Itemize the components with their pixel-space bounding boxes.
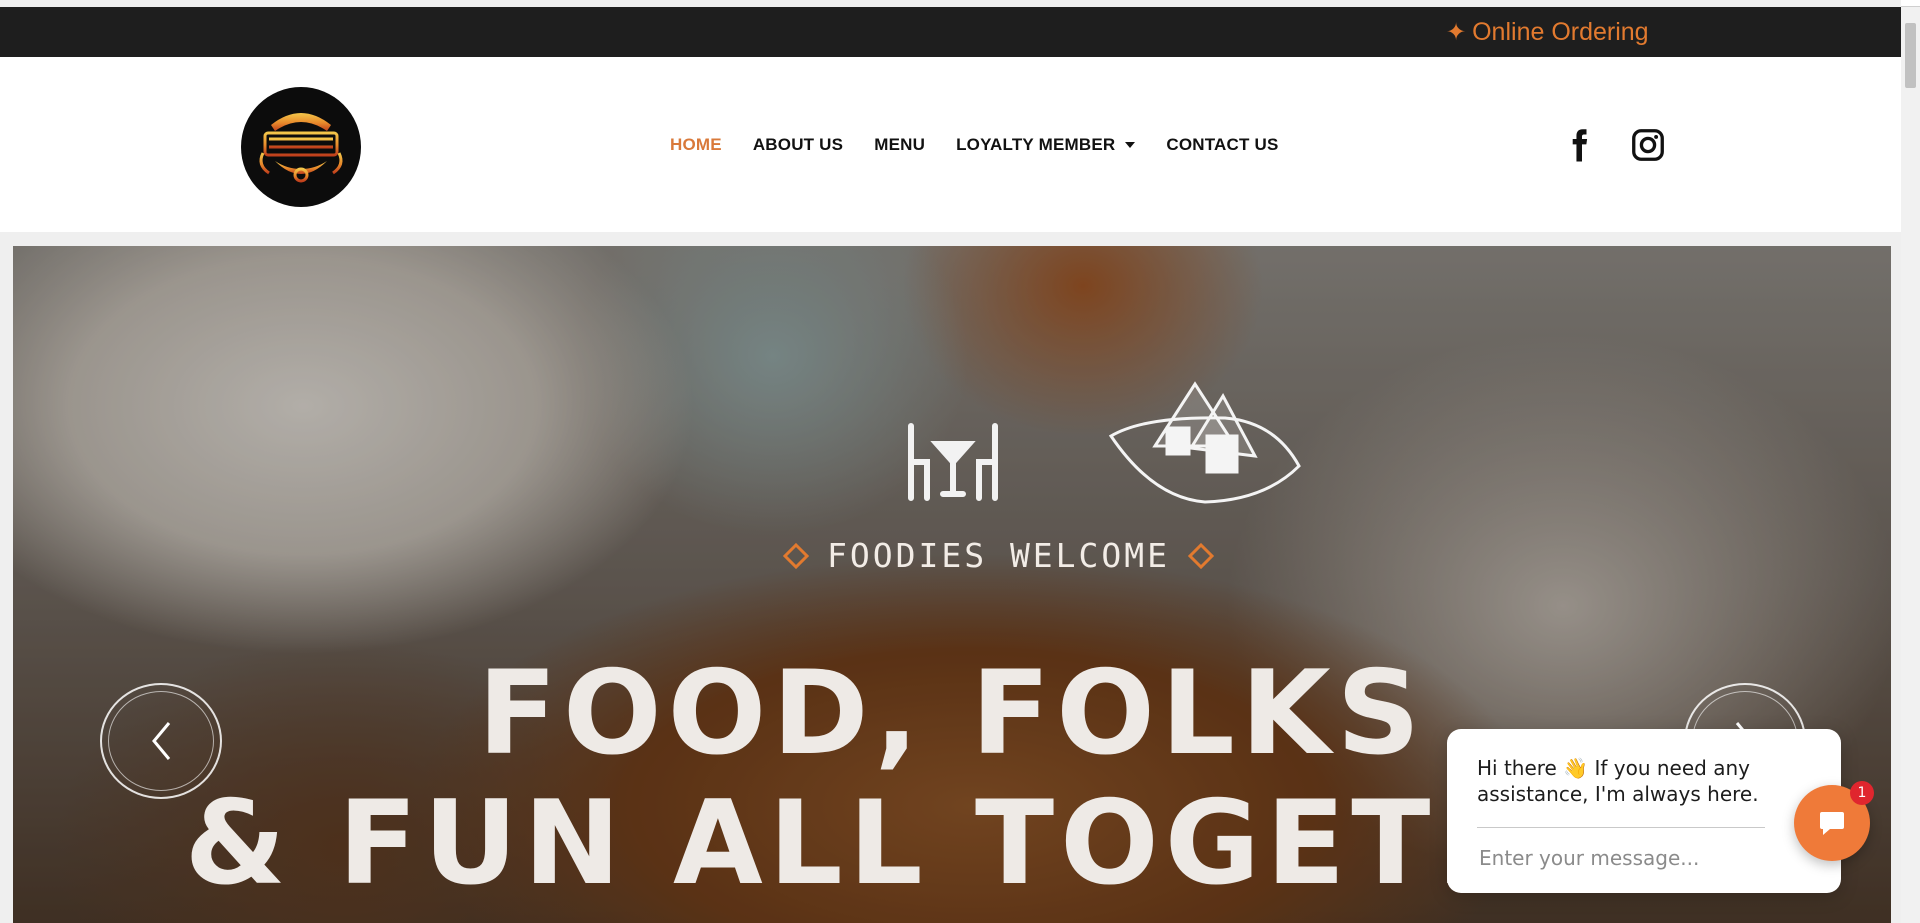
main-nav: HOME ABOUT US MENU LOYALTY MEMBER CONTAC… bbox=[670, 135, 1310, 155]
nav-label: MENU bbox=[874, 135, 926, 154]
nav-label: CONTACT US bbox=[1166, 135, 1279, 154]
diamond-ornament-icon bbox=[1188, 542, 1215, 569]
instagram-icon[interactable] bbox=[1630, 127, 1666, 163]
chevron-left-icon bbox=[152, 722, 171, 760]
diamond-ornament-icon bbox=[783, 542, 809, 569]
dining-table-icon bbox=[908, 423, 998, 501]
nav-label: HOME bbox=[670, 135, 722, 154]
hero-tagline: FOODIES WELCOME bbox=[783, 536, 1215, 575]
online-ordering-link[interactable]: ✦ Online Ordering bbox=[1446, 18, 1649, 47]
logo[interactable] bbox=[241, 87, 361, 207]
chat-message-input[interactable] bbox=[1477, 839, 1771, 877]
chat-bubble-icon bbox=[1820, 812, 1844, 835]
online-ordering-label: Online Ordering bbox=[1472, 18, 1649, 46]
nav-item-loyalty-member[interactable]: LOYALTY MEMBER bbox=[956, 135, 1136, 155]
nav-label: LOYALTY MEMBER bbox=[956, 135, 1116, 154]
chat-popup: Hi there 👋 If you need any assistance, I… bbox=[1447, 729, 1841, 893]
nav-item-about-us[interactable]: ABOUT US bbox=[753, 135, 843, 155]
announcement-bar: ✦ Online Ordering bbox=[0, 7, 1901, 57]
grubhouse-logo-icon bbox=[259, 113, 343, 183]
unread-badge: 1 bbox=[1850, 781, 1874, 805]
facebook-icon[interactable] bbox=[1561, 127, 1597, 163]
sparkle-icon: ✦ bbox=[1446, 19, 1467, 46]
chat-launcher-button[interactable]: 1 bbox=[1794, 781, 1874, 861]
tagline-text: FOODIES WELCOME bbox=[827, 536, 1171, 575]
rice-ball-plate-icon bbox=[1108, 381, 1301, 504]
nav-item-home[interactable]: HOME bbox=[670, 135, 722, 155]
nav-item-menu[interactable]: MENU bbox=[874, 135, 925, 155]
scrollbar[interactable] bbox=[1901, 7, 1920, 923]
page: ✦ Online Ordering HOME ABOUT US MENU LOY… bbox=[0, 0, 1901, 923]
chevron-down-icon bbox=[1125, 142, 1136, 148]
slider-prev-button[interactable] bbox=[100, 683, 222, 799]
site-header: HOME ABOUT US MENU LOYALTY MEMBER CONTAC… bbox=[0, 57, 1901, 232]
nav-label: ABOUT US bbox=[752, 135, 844, 154]
nav-item-contact-us[interactable]: CONTACT US bbox=[1166, 135, 1278, 155]
chat-divider bbox=[1477, 827, 1765, 828]
chat-greeting: Hi there 👋 If you need any assistance, I… bbox=[1477, 756, 1759, 806]
scrollbar-thumb[interactable] bbox=[1905, 23, 1916, 88]
